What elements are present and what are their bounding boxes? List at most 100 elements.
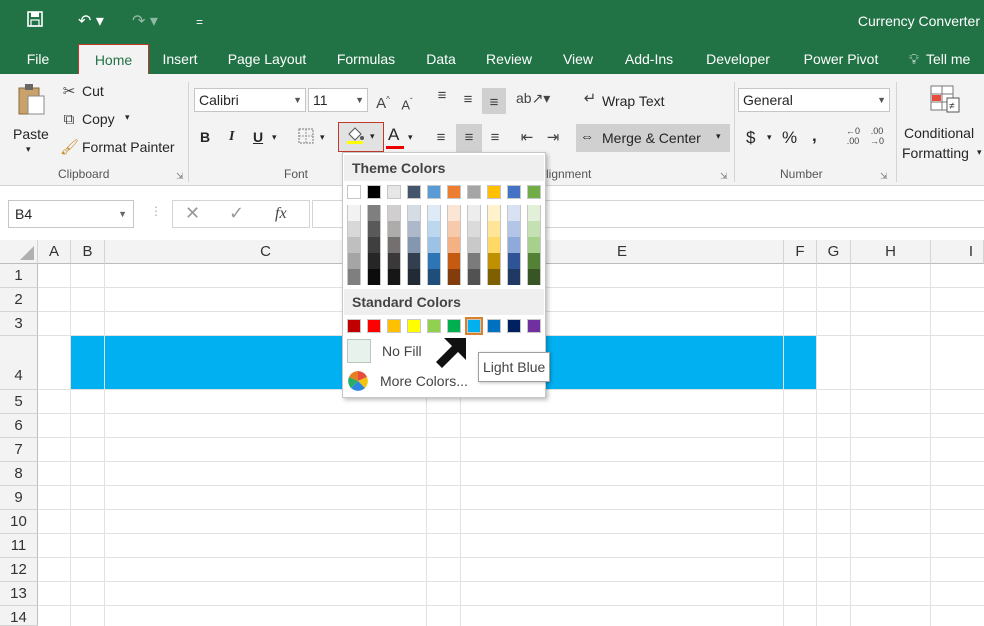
wrap-text-button[interactable]: Wrap Text [602,93,665,109]
theme-color-swatch[interactable] [507,253,521,269]
align-left-icon[interactable]: ≡ [430,128,452,148]
column-header-h[interactable]: H [851,240,931,264]
save-icon[interactable] [26,10,44,36]
theme-color-swatch[interactable] [527,253,541,269]
tab-tell-me[interactable]: Tell me [926,44,984,74]
theme-color-swatch[interactable] [407,185,421,199]
theme-color-swatch[interactable] [427,237,441,253]
theme-color-swatch[interactable] [467,221,481,237]
tab-data[interactable]: Data [418,44,464,74]
theme-color-swatch[interactable] [447,237,461,253]
row-header[interactable]: 8 [0,462,38,486]
theme-color-swatch[interactable] [347,185,361,199]
chevron-down-icon[interactable]: ▾ [767,132,772,143]
enter-icon[interactable]: ✓ [229,203,244,224]
theme-color-swatch[interactable] [447,205,461,221]
column-header-a[interactable]: A [38,240,71,264]
row-header[interactable]: 7 [0,438,38,462]
theme-color-swatch[interactable] [487,253,501,269]
chevron-down-icon[interactable]: ▾ [272,132,277,143]
undo-icon[interactable]: ↶ ▾ [78,10,104,34]
italic-button[interactable]: I [229,129,234,145]
tab-home[interactable]: Home [78,44,149,74]
standard-color-swatch[interactable] [427,319,441,333]
fill-color-button[interactable]: ▾ [338,122,384,152]
theme-color-swatch[interactable] [407,205,421,221]
row-header[interactable]: 2 [0,288,38,312]
theme-color-swatch[interactable] [447,253,461,269]
theme-color-swatch[interactable] [407,221,421,237]
row-header[interactable]: 10 [0,510,38,534]
theme-color-swatch[interactable] [527,237,541,253]
theme-color-swatch[interactable] [407,237,421,253]
tab-developer[interactable]: Developer [696,44,780,74]
theme-color-swatch[interactable] [347,221,361,237]
theme-color-swatch[interactable] [467,253,481,269]
standard-color-swatch[interactable] [407,319,421,333]
column-header-f[interactable]: F [784,240,817,264]
theme-color-swatch[interactable] [447,221,461,237]
tab-insert[interactable]: Insert [156,44,204,74]
increase-indent-icon[interactable]: ⇥ [542,128,564,148]
tab-power-pivot[interactable]: Power Pivot [794,44,888,74]
align-center-icon[interactable]: ≡ [456,124,482,152]
align-right-icon[interactable]: ≡ [484,128,506,148]
theme-color-swatch[interactable] [387,221,401,237]
font-name-select[interactable]: Calibri ▼ [194,88,306,112]
increase-font-icon[interactable]: A^ [374,90,392,114]
theme-color-swatch[interactable] [427,253,441,269]
theme-color-swatch[interactable] [347,253,361,269]
row-header[interactable]: 6 [0,414,38,438]
chevron-down-icon[interactable]: ▾ [26,144,31,155]
theme-color-swatch[interactable] [507,237,521,253]
theme-color-swatch[interactable] [467,269,481,285]
column-header-b[interactable]: B [71,240,105,264]
theme-color-swatch[interactable] [427,269,441,285]
theme-color-swatch[interactable] [487,237,501,253]
theme-color-swatch[interactable] [367,221,381,237]
theme-color-swatch[interactable] [487,205,501,221]
tab-page-layout[interactable]: Page Layout [220,44,314,74]
comma-button[interactable]: , [812,126,817,146]
decrease-font-icon[interactable]: Aˇ [398,92,416,115]
dialog-launcher-icon[interactable]: ⇲ [176,171,184,182]
chevron-down-icon[interactable]: ▾ [977,147,982,158]
column-header-i[interactable]: I [931,240,984,264]
standard-color-swatch[interactable] [347,319,361,333]
standard-color-swatch[interactable] [487,319,501,333]
font-size-select[interactable]: 11 ▼ [308,88,368,112]
tab-add-ins[interactable]: Add-Ins [616,44,682,74]
chevron-down-icon[interactable]: ▾ [125,112,130,123]
align-middle-icon[interactable]: ≡ [458,90,478,110]
theme-color-swatch[interactable] [367,269,381,285]
theme-color-swatch[interactable] [367,205,381,221]
font-color-button[interactable]: A [388,125,399,145]
conditional-formatting-button[interactable]: Conditional [904,125,974,141]
theme-color-swatch[interactable] [507,269,521,285]
theme-color-swatch[interactable] [507,185,521,199]
theme-color-swatch[interactable] [487,269,501,285]
standard-color-swatch[interactable] [367,319,381,333]
tab-review[interactable]: Review [480,44,538,74]
tab-file[interactable]: File [14,44,62,74]
row-header[interactable]: 3 [0,312,38,336]
chevron-down-icon[interactable]: ▾ [320,132,325,143]
standard-color-swatch[interactable] [527,319,541,333]
theme-color-swatch[interactable] [527,185,541,199]
redo-icon[interactable]: ↷ ▾ [132,10,158,34]
tab-view[interactable]: View [554,44,602,74]
decrease-decimal-icon[interactable]: .00 →0 [866,126,888,146]
theme-color-swatch[interactable] [467,185,481,199]
theme-color-swatch[interactable] [367,185,381,199]
theme-color-swatch[interactable] [527,269,541,285]
theme-color-swatch[interactable] [387,253,401,269]
theme-color-swatch[interactable] [387,269,401,285]
chevron-down-icon[interactable]: ▾ [408,132,413,143]
copy-button[interactable]: Copy [82,111,115,127]
borders-icon[interactable] [296,128,316,150]
cancel-icon[interactable]: ✕ [185,203,200,224]
theme-color-swatch[interactable] [367,237,381,253]
dialog-launcher-icon[interactable]: ⇲ [880,171,888,182]
theme-color-swatch[interactable] [347,237,361,253]
cut-button[interactable]: Cut [82,83,104,99]
